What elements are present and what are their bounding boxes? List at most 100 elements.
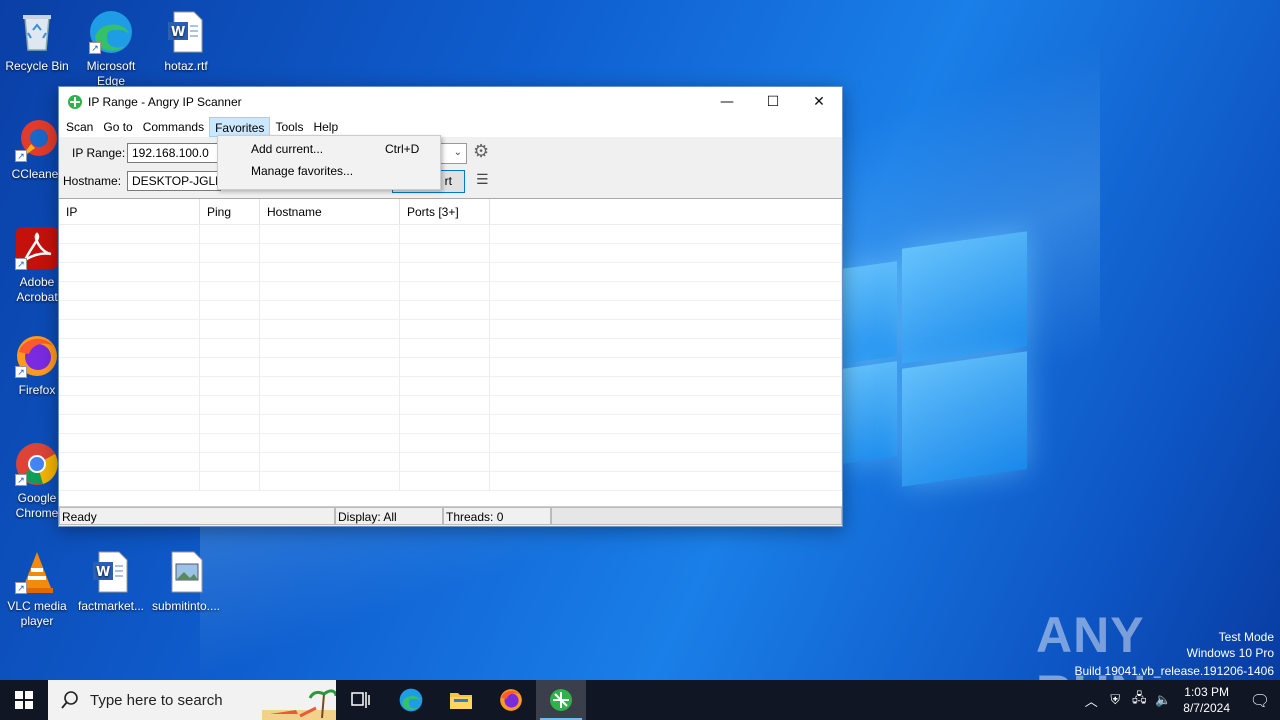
table-cell: [400, 320, 490, 339]
gear-icon[interactable]: ⚙: [473, 141, 489, 162]
menu-commands[interactable]: Commands: [138, 117, 209, 137]
taskbar-angry-ip-scanner-button[interactable]: [536, 680, 586, 720]
results-table[interactable]: IP Ping Hostname Ports [3+]: [59, 198, 842, 508]
table-cell: [400, 282, 490, 301]
menu-goto[interactable]: Go to: [98, 117, 137, 137]
menu-item-label: Add current...: [251, 142, 324, 156]
table-row[interactable]: [59, 282, 842, 301]
ip-range-start-input[interactable]: 192.168.100.0: [127, 143, 223, 163]
table-row[interactable]: [59, 396, 842, 415]
chevron-up-icon[interactable]: ︿: [1079, 691, 1103, 710]
table-row[interactable]: [59, 263, 842, 282]
table-cell: [200, 453, 260, 472]
table-row[interactable]: [59, 225, 842, 244]
table-row[interactable]: [59, 434, 842, 453]
svg-text:W: W: [171, 25, 185, 40]
menu-item-add-current[interactable]: Add current... Ctrl+D: [218, 139, 440, 159]
menu-tools[interactable]: Tools: [270, 117, 308, 137]
volume-icon[interactable]: 🔈: [1151, 693, 1175, 708]
table-row[interactable]: [59, 415, 842, 434]
table-cell: [260, 396, 400, 415]
table-cell: [260, 225, 400, 244]
taskbar-file-explorer-button[interactable]: [436, 680, 486, 720]
menu-scan[interactable]: Scan: [61, 117, 98, 137]
icon-label: Recycle Bin: [5, 59, 69, 73]
table-row[interactable]: [59, 472, 842, 491]
desktop-icon-factmarket[interactable]: W factmarket...: [73, 548, 149, 614]
table-cell: [490, 301, 842, 320]
table-cell: [490, 472, 842, 491]
network-icon[interactable]: 🖧: [1127, 689, 1151, 711]
task-view-button[interactable]: [336, 680, 386, 720]
desktop-icon-submitinto[interactable]: submitinto....: [148, 548, 224, 614]
table-cell: [490, 263, 842, 282]
title-bar[interactable]: IP Range - Angry IP Scanner — ☐ ✕: [59, 87, 842, 117]
column-header-ip[interactable]: IP: [59, 199, 200, 224]
ccleaner-icon: ↗: [13, 116, 61, 164]
table-cell: [59, 472, 200, 491]
table-row[interactable]: [59, 453, 842, 472]
word-document-icon: W: [162, 8, 210, 56]
menu-favorites[interactable]: Favorites: [209, 117, 271, 137]
search-icon: [61, 691, 78, 709]
chevron-down-icon: ⌄: [453, 147, 462, 158]
table-row[interactable]: [59, 320, 842, 339]
list-view-icon[interactable]: ☰: [476, 172, 489, 188]
desktop-icon-edge[interactable]: ↗ Microsoft Edge: [73, 8, 149, 89]
hostname-input[interactable]: DESKTOP-JGLLJI: [127, 171, 221, 191]
table-cell: [59, 415, 200, 434]
table-cell: [490, 377, 842, 396]
column-header-ports[interactable]: Ports [3+]: [400, 199, 490, 224]
clock[interactable]: 1:03 PM 8/7/2024: [1183, 684, 1230, 716]
table-cell: [200, 472, 260, 491]
table-row[interactable]: [59, 377, 842, 396]
maximize-button[interactable]: ☐: [750, 87, 796, 117]
desktop-icon-recycle-bin[interactable]: Recycle Bin: [0, 8, 75, 74]
table-row[interactable]: [59, 358, 842, 377]
close-button[interactable]: ✕: [796, 87, 842, 117]
vlc-icon: ↗: [13, 548, 61, 596]
table-cell: [200, 282, 260, 301]
desktop-icon-hotaz-rtf[interactable]: W hotaz.rtf: [148, 8, 224, 74]
start-button[interactable]: [0, 680, 48, 720]
table-cell: [200, 377, 260, 396]
table-cell: [260, 453, 400, 472]
table-cell: [400, 472, 490, 491]
window-title: IP Range - Angry IP Scanner: [88, 95, 242, 109]
table-cell: [490, 339, 842, 358]
taskbar-search-box[interactable]: Type here to search: [48, 680, 336, 720]
table-cell: [490, 282, 842, 301]
table-row[interactable]: [59, 339, 842, 358]
table-cell: [260, 377, 400, 396]
table-cell: [400, 244, 490, 263]
angry-ip-scanner-window: IP Range - Angry IP Scanner — ☐ ✕ Scan G…: [58, 86, 843, 527]
taskbar-edge-button[interactable]: [386, 680, 436, 720]
display-filter-status: Display: All: [335, 507, 443, 525]
table-cell: [59, 225, 200, 244]
security-icon[interactable]: ⛨: [1103, 693, 1127, 708]
minimize-button[interactable]: —: [704, 87, 750, 117]
svg-text:W: W: [96, 565, 110, 580]
menu-item-manage-favorites[interactable]: Manage favorites...: [218, 161, 440, 181]
column-header-hostname[interactable]: Hostname: [260, 199, 400, 224]
table-cell: [200, 244, 260, 263]
table-row[interactable]: [59, 301, 842, 320]
edge-icon: ↗: [87, 8, 135, 56]
column-header-ping[interactable]: Ping: [200, 199, 260, 224]
desktop-icon-vlc[interactable]: ↗ VLC media player: [0, 548, 75, 629]
notification-icon[interactable]: 🗨: [1240, 691, 1280, 710]
menu-help[interactable]: Help: [308, 117, 343, 137]
table-cell: [490, 225, 842, 244]
table-cell: [59, 244, 200, 263]
menu-item-shortcut: Ctrl+D: [385, 142, 420, 156]
recycle-bin-icon: [13, 8, 61, 56]
menu-bar: Scan Go to Commands Favorites Tools Help: [59, 117, 842, 137]
table-cell: [260, 472, 400, 491]
table-row[interactable]: [59, 244, 842, 263]
windows-start-icon: [15, 691, 33, 709]
table-body: [59, 225, 842, 491]
taskbar-firefox-button[interactable]: [486, 680, 536, 720]
toolbar: IP Range: 192.168.100.0 ⌄ ⚙ Hostname: DE…: [59, 137, 842, 199]
table-cell: [490, 396, 842, 415]
start-button-label: rt: [444, 174, 452, 188]
